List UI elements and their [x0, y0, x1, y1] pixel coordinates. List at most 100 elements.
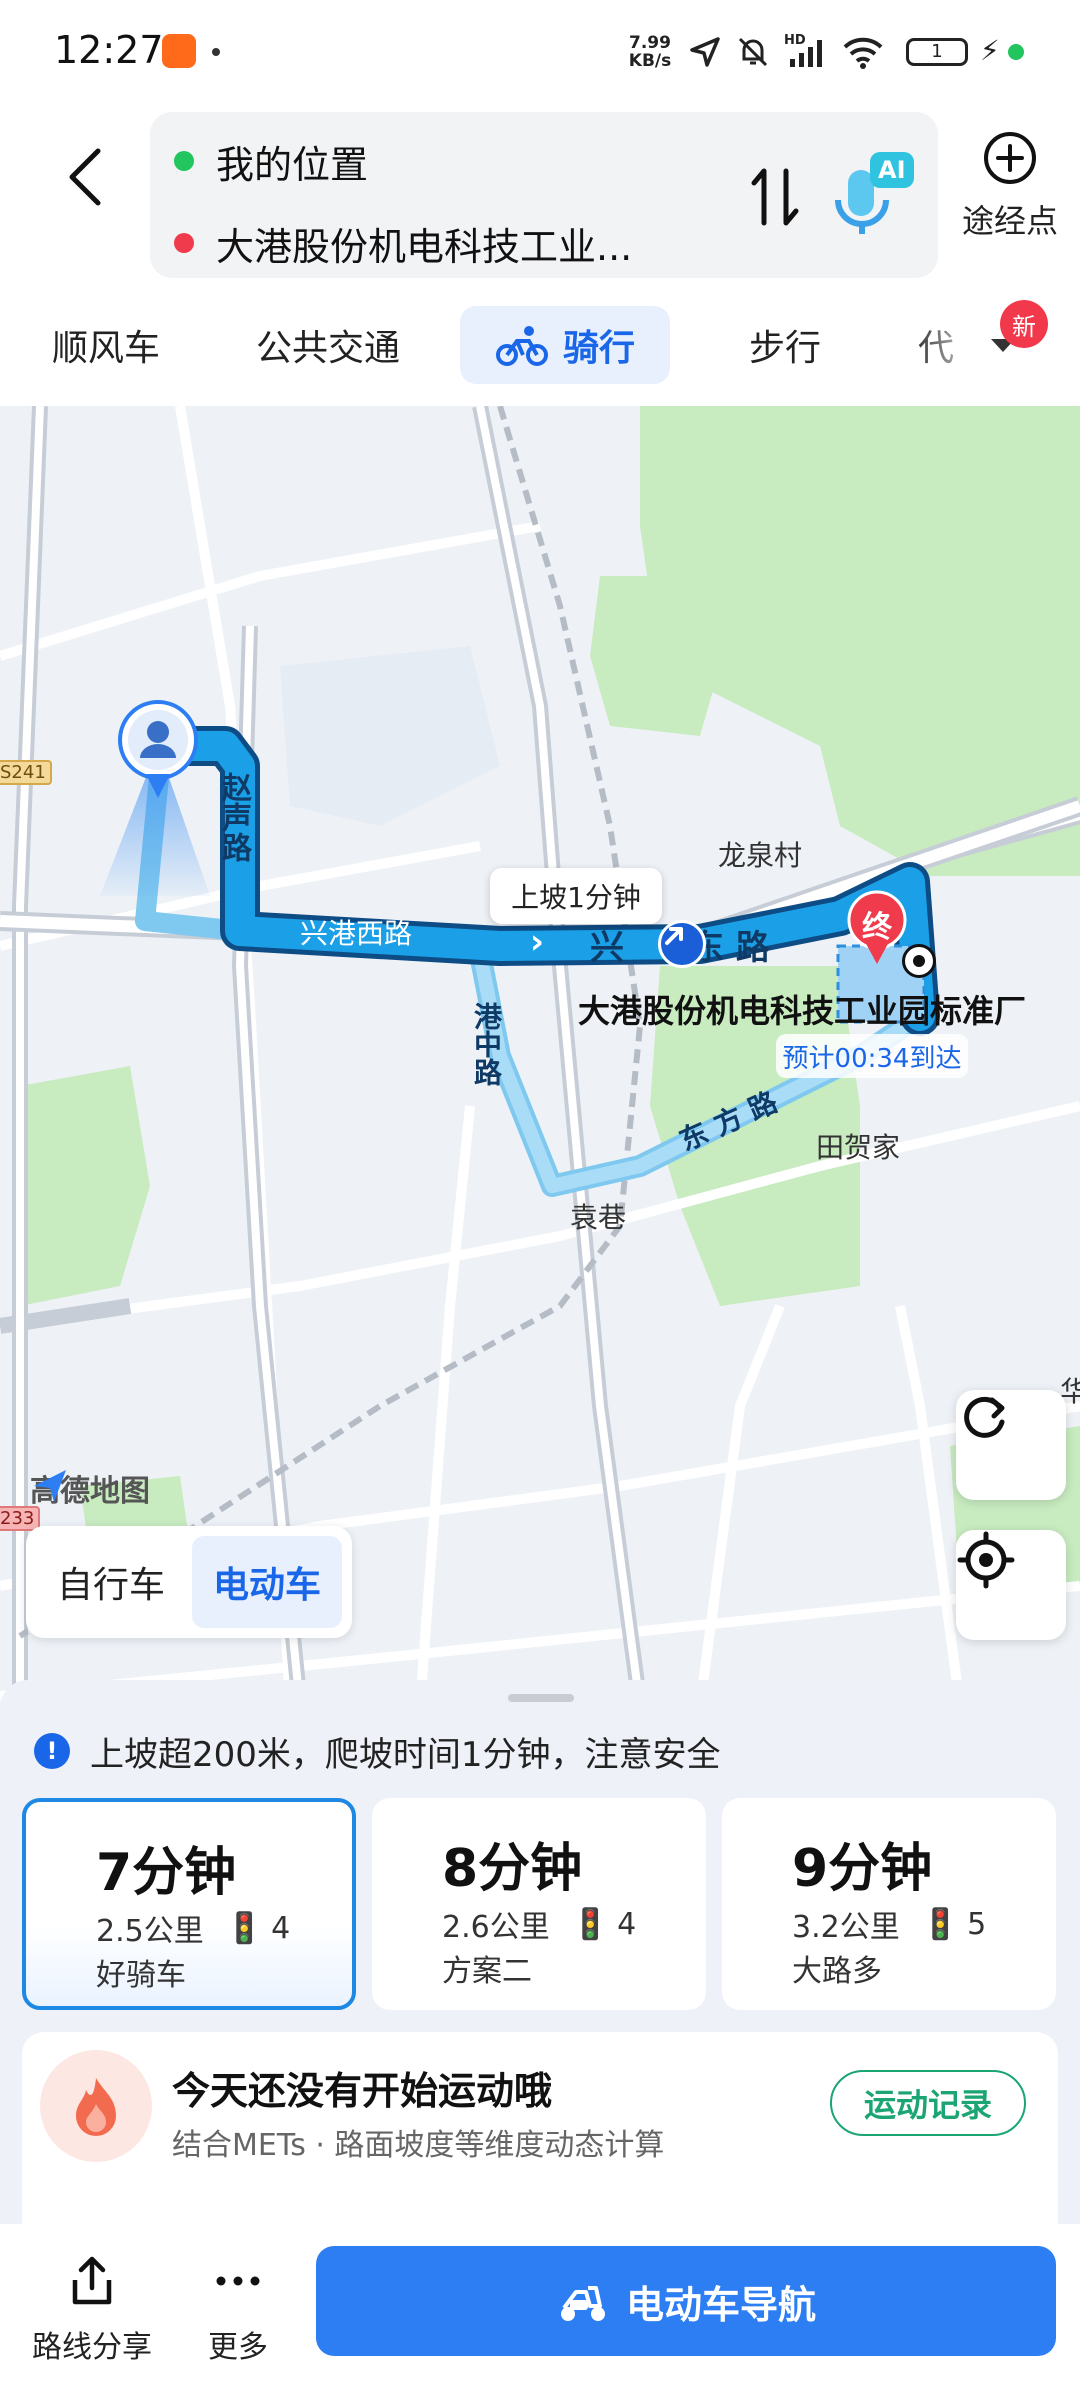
exercise-title: 今天还没有开始运动哦 [172, 2069, 553, 2113]
ai-microphone-icon [835, 152, 914, 234]
battery-level: 1 [931, 41, 943, 62]
destination-field[interactable]: 大港股份机电科技工业... [174, 208, 632, 278]
origin-field[interactable]: 我的位置 [174, 126, 368, 196]
plan-card-1[interactable]: 7分钟 2.5公里 🚦 4 好骑车 [22, 1798, 356, 2010]
signal-icon: HD [784, 33, 828, 69]
plan-details: 3.2公里 🚦 5 [792, 1902, 986, 1946]
transport-mode-tabs: 顺风车 公共交通 骑行 步行 代 新 [0, 290, 1080, 406]
refresh-route-button[interactable] [956, 1390, 1066, 1500]
traffic-light-icon: 🚦 [225, 1910, 264, 1946]
tab-public-transit[interactable]: 公共交通 [228, 306, 428, 384]
more-button[interactable]: 更多 [168, 2254, 308, 2366]
map-view[interactable]: S241 233 赵声路 兴港西路 兴 东 路 港中路 东 方 路 龙泉村 田贺… [0, 406, 1080, 1706]
plan-time: 9分钟 [792, 1839, 933, 1899]
net-speed-unit: KB/s [628, 51, 672, 71]
net-speed: 7.99 KB/s [628, 34, 672, 70]
eta-label: 预计00:34到达 [776, 1034, 968, 1078]
road-label-ganzhong: 港中路 [470, 1002, 503, 1086]
end-marker: 终 [846, 890, 908, 970]
ai-voice-button[interactable]: AI [830, 144, 920, 244]
more-dots-icon [216, 2276, 260, 2286]
plan-details: 2.5公里 🚦 4 [96, 1906, 290, 1950]
status-bar: 12:27 7.99 KB/s HD 1 ⚡ [0, 0, 1080, 100]
new-badge: 新 [1000, 300, 1048, 348]
plan-name: 大路多 [792, 1954, 882, 1989]
crosshair-icon [957, 1531, 1015, 1589]
tab-carpool[interactable]: 顺风车 [28, 306, 184, 384]
ebike-option[interactable]: 电动车 [192, 1536, 342, 1628]
plan-light-count: 4 [617, 1906, 637, 1942]
share-route-label: 路线分享 [32, 2330, 152, 2365]
road-label-xinggang-east-a: 兴 [590, 928, 624, 968]
scooter-icon [560, 2286, 605, 2321]
status-icons: HD [688, 30, 884, 74]
road-label-zhaosheng: 赵声路 [216, 772, 251, 862]
signal-hd-label: HD [784, 33, 806, 48]
info-alert-icon: ! [34, 1733, 70, 1769]
destination-dot-marker [902, 944, 936, 978]
bike-option[interactable]: 自行车 [36, 1536, 186, 1628]
bottom-action-bar: 路线分享 更多 电动车导航 [0, 2224, 1080, 2400]
back-button[interactable] [46, 122, 126, 232]
traffic-light-icon: 🚦 [571, 1906, 610, 1942]
slope-warning-text: 上坡超200米，爬坡时间1分钟，注意安全 [90, 1734, 721, 1775]
user-avatar-pin-icon [118, 700, 198, 798]
origin-dot-icon [174, 151, 194, 171]
battery-icon: 1 [906, 38, 968, 66]
refresh-icon [964, 1396, 1005, 1438]
tab-public-transit-label: 公共交通 [255, 328, 400, 369]
notification-app-icon [162, 34, 196, 68]
place-label-yuanxiang: 袁巷 [570, 1201, 627, 1234]
location-arrow-icon [690, 37, 720, 67]
route-direction-chevron: › [530, 922, 545, 962]
wifi-icon [843, 37, 883, 69]
add-waypoint-button[interactable]: 途经点 [950, 130, 1070, 260]
ebike-navigation-button[interactable]: 电动车导航 [316, 2246, 1056, 2356]
charging-icon: ⚡ [980, 34, 1000, 67]
my-location-marker [116, 698, 200, 808]
net-speed-value: 7.99 [629, 33, 671, 53]
destination-dot-icon [174, 233, 194, 253]
app-screen: 12:27 7.99 KB/s HD 1 ⚡ 我的位置 大港股份机电科技工业..… [0, 0, 1080, 2400]
destination-text: 大港股份机电科技工业... [216, 224, 633, 269]
route-turn-marker [658, 920, 706, 968]
plan-name: 好骑车 [96, 1958, 186, 1993]
tab-cycling-label: 骑行 [562, 328, 635, 369]
plan-card-2[interactable]: 8分钟 2.6公里 🚦 4 方案二 [372, 1798, 706, 2010]
turn-arrow-icon [665, 927, 683, 945]
tab-carpool-label: 顺风车 [51, 328, 160, 369]
status-time: 12:27 [54, 28, 164, 72]
plan-light-count: 5 [967, 1906, 987, 1942]
origin-text: 我的位置 [216, 142, 369, 187]
swap-arrows-icon [751, 168, 799, 226]
privacy-indicator [1008, 44, 1024, 60]
more-label: 更多 [208, 2330, 268, 2365]
plan-distance: 2.6公里 [442, 1910, 550, 1945]
bell-muted-icon [738, 37, 768, 67]
plan-time: 7分钟 [96, 1843, 237, 1903]
plan-card-3[interactable]: 9分钟 3.2公里 🚦 5 大路多 [722, 1798, 1056, 2010]
locate-me-button[interactable] [956, 1530, 1066, 1640]
notification-dot [212, 48, 220, 56]
exercise-record-button[interactable]: 运动记录 [830, 2070, 1026, 2136]
vehicle-type-toggle: 自行车 电动车 [26, 1526, 352, 1638]
plan-distance: 2.5公里 [96, 1914, 204, 1949]
road-label-xinggang-west: 兴港西路 [300, 917, 413, 950]
amap-logo: 高德地图 [30, 1466, 150, 1510]
exercise-subtitle: 结合METs · 路面坡度等维度动态计算 [172, 2128, 665, 2163]
slope-warning: ! 上坡超200米，爬坡时间1分钟，注意安全 [34, 1724, 721, 1778]
plan-details: 2.6公里 🚦 4 [442, 1902, 636, 1946]
sheet-drag-handle[interactable] [508, 1694, 574, 1702]
plan-name: 方案二 [442, 1954, 532, 1989]
tab-walking-label: 步行 [748, 328, 821, 369]
place-label-longquan: 龙泉村 [718, 839, 803, 872]
tab-walking[interactable]: 步行 [710, 306, 860, 384]
swap-route-button[interactable] [740, 152, 810, 242]
route-header: 我的位置 大港股份机电科技工业... AI 途经点 [0, 100, 1080, 290]
share-route-button[interactable]: 路线分享 [22, 2254, 162, 2366]
waypoint-label: 途经点 [961, 202, 1058, 240]
plus-circle-icon [984, 132, 1036, 184]
plan-distance: 3.2公里 [792, 1910, 900, 1945]
place-label-tianhejia: 田贺家 [816, 1131, 901, 1164]
tab-cycling[interactable]: 骑行 [460, 306, 670, 384]
